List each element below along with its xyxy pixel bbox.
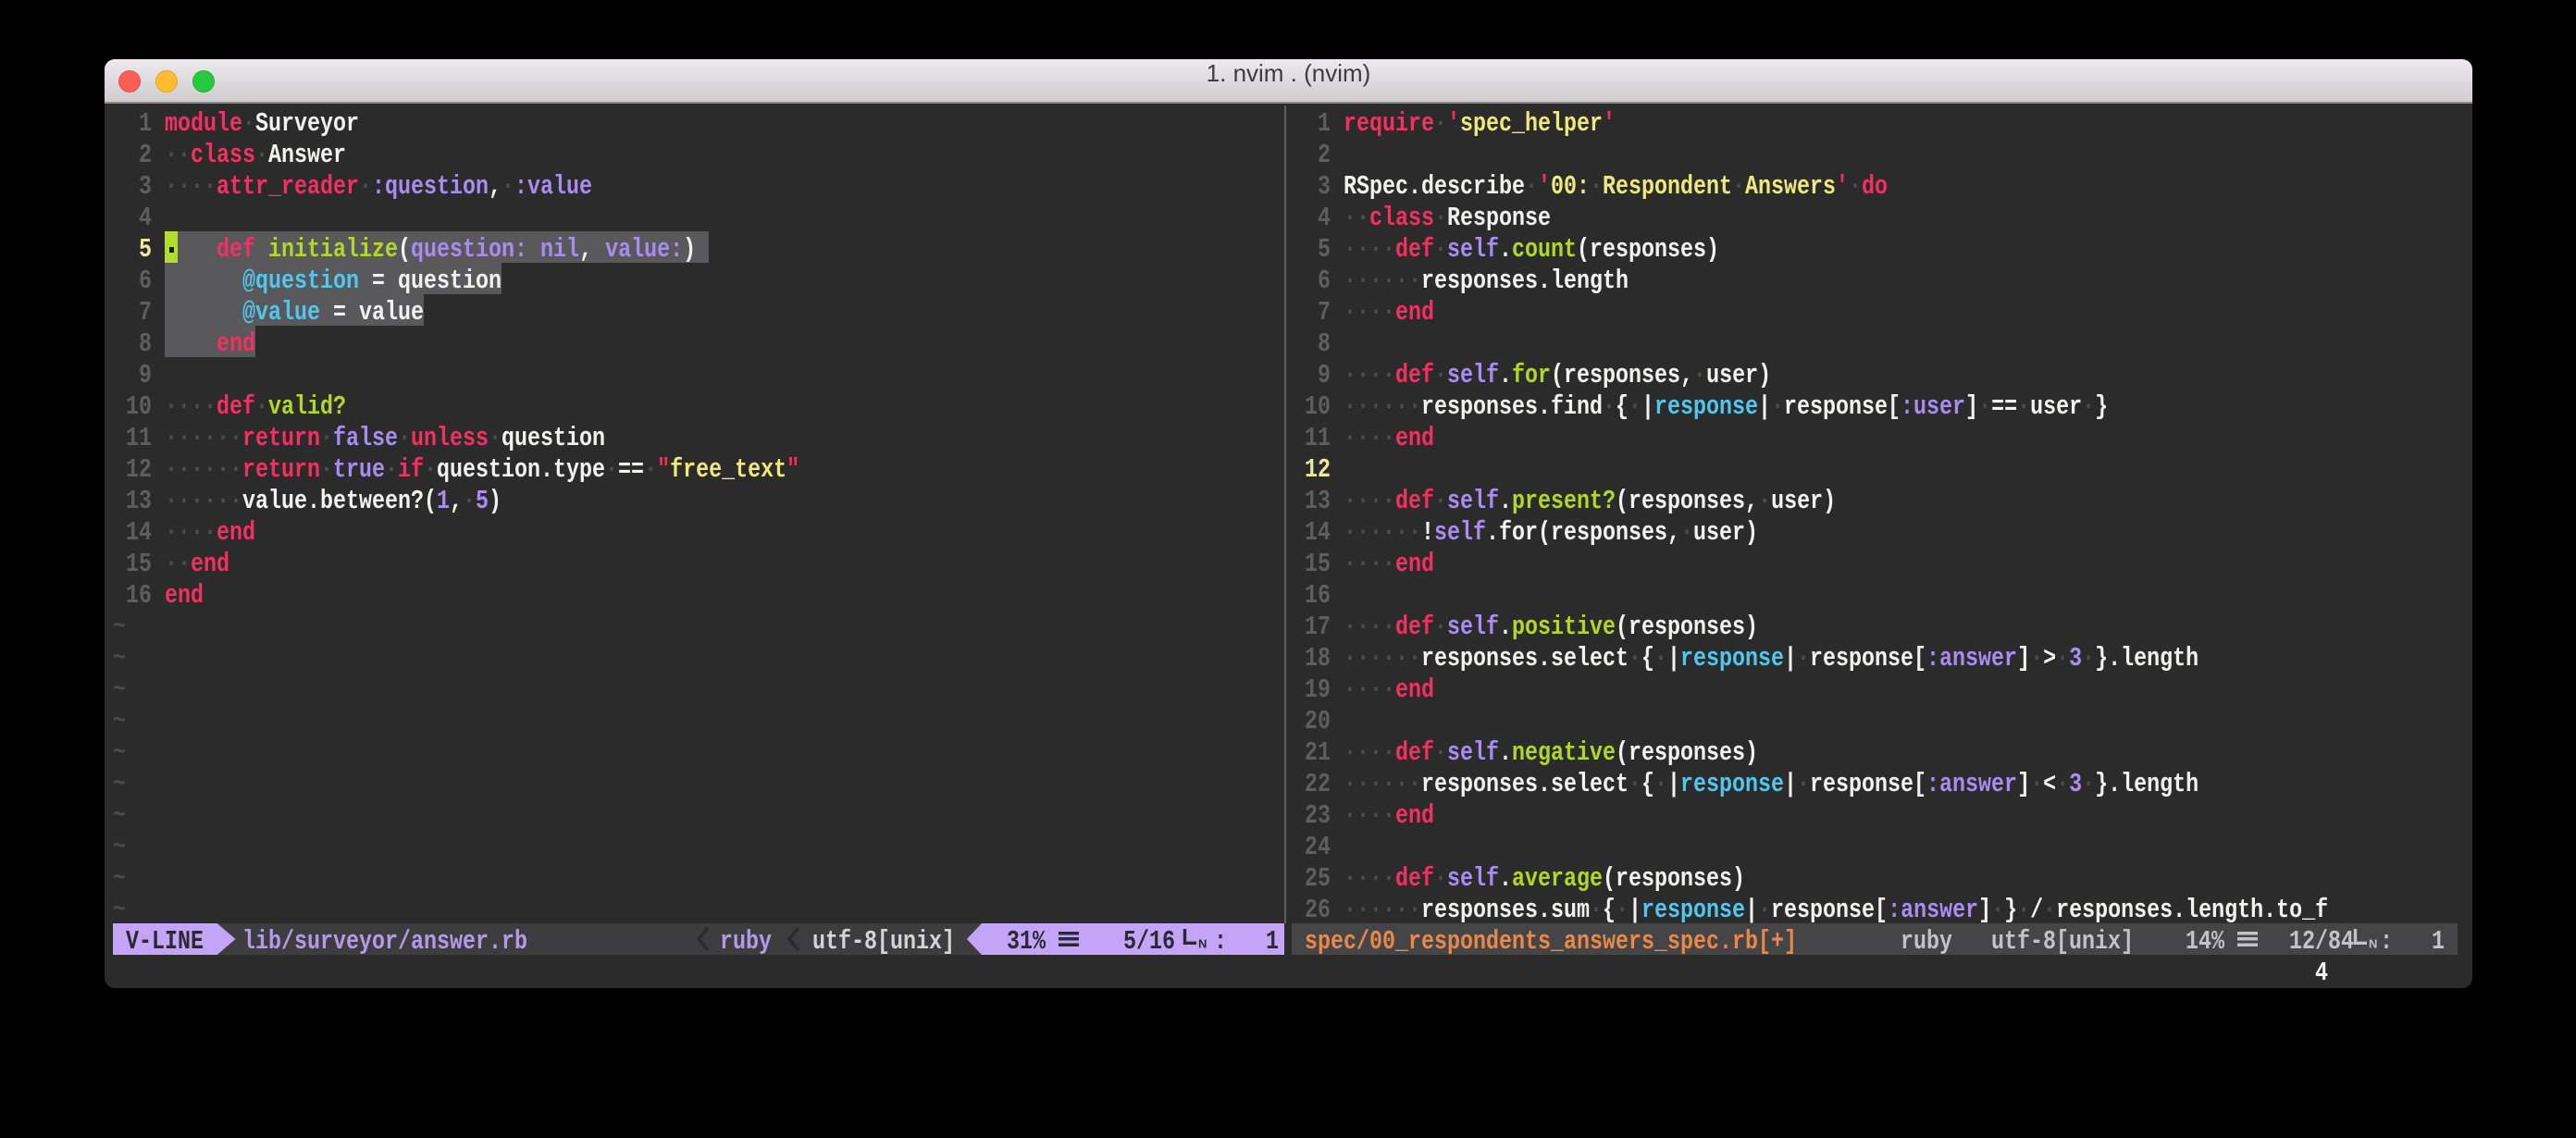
svg-text:N: N: [1198, 937, 1207, 951]
svg-text:N: N: [2369, 937, 2377, 951]
